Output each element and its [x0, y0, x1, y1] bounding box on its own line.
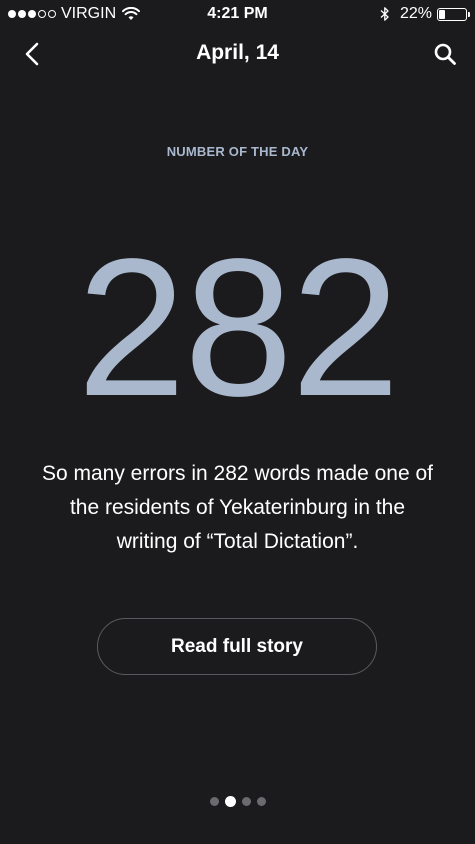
- battery-fill: [439, 9, 445, 19]
- battery-percent: 22%: [399, 5, 432, 22]
- number-of-the-day: 282: [76, 218, 400, 437]
- navigation-bar: April, 14: [0, 28, 475, 78]
- bluetooth-icon: [380, 6, 390, 22]
- story-description: So many errors in 282 words made one of …: [41, 462, 434, 553]
- status-right: 22%: [380, 4, 470, 24]
- page-dot[interactable]: [224, 796, 236, 807]
- page-indicator[interactable]: [0, 796, 475, 807]
- page-title: April, 14: [196, 41, 279, 64]
- page-dot[interactable]: [241, 797, 251, 806]
- battery-icon: [437, 7, 470, 21]
- search-button[interactable]: [427, 36, 463, 72]
- page-dot[interactable]: [209, 797, 219, 806]
- section-label: NUMBER OF THE DAY: [166, 144, 309, 159]
- page-dot[interactable]: [256, 797, 266, 806]
- search-icon: [434, 43, 456, 65]
- read-full-story-button[interactable]: Read full story: [97, 618, 377, 675]
- status-bar: VIRGIN 4:21 PM 22%: [0, 0, 475, 28]
